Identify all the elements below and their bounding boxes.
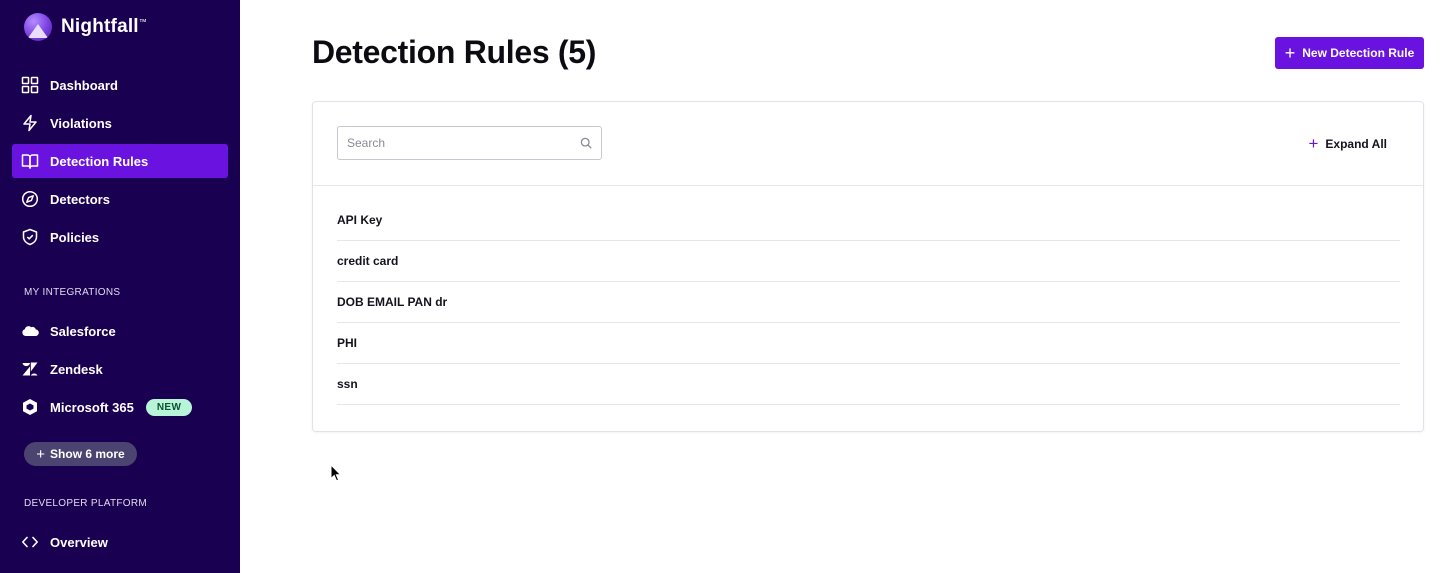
sidebar-item-policies[interactable]: Policies bbox=[12, 220, 228, 254]
shield-check-icon bbox=[20, 227, 40, 247]
rule-row[interactable]: PHI bbox=[337, 323, 1400, 364]
expand-all-button[interactable]: + Expand All bbox=[1308, 135, 1387, 152]
rule-row[interactable]: API Key bbox=[337, 200, 1400, 241]
rule-name: PHI bbox=[337, 336, 358, 350]
show-more-label: Show 6 more bbox=[50, 447, 125, 461]
expand-all-label: Expand All bbox=[1325, 136, 1387, 151]
sidebar-item-label: Violations bbox=[50, 115, 112, 131]
sidebar-item-detection-rules[interactable]: Detection Rules bbox=[12, 144, 228, 178]
rule-row[interactable]: ssn bbox=[337, 364, 1400, 405]
rules-list: API Key credit card DOB EMAIL PAN dr PHI… bbox=[337, 200, 1400, 405]
sidebar: Nightfall™ Dashboard Violations Detectio… bbox=[0, 0, 240, 573]
page-title: Detection Rules (5) bbox=[312, 34, 597, 70]
rule-row[interactable]: credit card bbox=[337, 241, 1400, 282]
panel-toolbar: + Expand All bbox=[313, 102, 1423, 186]
sidebar-item-microsoft-365[interactable]: Microsoft 365 NEW bbox=[12, 390, 228, 424]
mouse-cursor-icon bbox=[330, 464, 342, 482]
zendesk-icon bbox=[20, 359, 40, 379]
rule-name: DOB EMAIL PAN dr bbox=[337, 295, 448, 309]
brand-name: Nightfall™ bbox=[61, 16, 147, 37]
sidebar-item-label: Overview bbox=[50, 534, 108, 550]
search-input[interactable] bbox=[338, 127, 601, 159]
sidebar-item-dashboard[interactable]: Dashboard bbox=[12, 68, 228, 102]
sidebar-item-zendesk[interactable]: Zendesk bbox=[12, 352, 228, 386]
developer-section-title: DEVELOPER PLATFORM bbox=[24, 498, 148, 509]
plus-icon: + bbox=[36, 445, 46, 463]
sidebar-item-label: Detection Rules bbox=[50, 153, 149, 169]
sidebar-item-salesforce[interactable]: Salesforce bbox=[12, 314, 228, 348]
office-hexagon-icon bbox=[20, 397, 40, 417]
sidebar-item-detectors[interactable]: Detectors bbox=[12, 182, 228, 216]
rule-name: credit card bbox=[337, 254, 399, 268]
detection-rules-panel: + Expand All API Key credit card DOB EMA… bbox=[312, 101, 1424, 432]
plus-icon: + bbox=[1284, 43, 1296, 63]
grid-icon bbox=[20, 75, 40, 95]
new-detection-rule-label: New Detection Rule bbox=[1302, 46, 1415, 60]
cloud-icon bbox=[20, 321, 40, 341]
nightfall-logo-icon bbox=[24, 13, 52, 41]
rule-name: ssn bbox=[337, 377, 358, 391]
lightning-icon bbox=[20, 113, 40, 133]
book-icon bbox=[20, 151, 40, 171]
brand-logo[interactable]: Nightfall™ bbox=[24, 12, 147, 42]
sidebar-item-label: Detectors bbox=[50, 191, 110, 207]
search-icon bbox=[580, 137, 592, 149]
sidebar-item-label: Microsoft 365 bbox=[50, 399, 134, 415]
new-detection-rule-button[interactable]: + New Detection Rule bbox=[1275, 37, 1424, 69]
sidebar-item-label: Zendesk bbox=[50, 361, 103, 377]
plus-icon: + bbox=[1308, 134, 1319, 153]
sidebar-item-label: Dashboard bbox=[50, 77, 118, 93]
integrations-section-title: MY INTEGRATIONS bbox=[24, 287, 121, 298]
show-more-button[interactable]: + Show 6 more bbox=[24, 442, 137, 466]
rule-row[interactable]: DOB EMAIL PAN dr bbox=[337, 282, 1400, 323]
sidebar-item-label: Salesforce bbox=[50, 323, 116, 339]
compass-icon bbox=[20, 189, 40, 209]
new-badge: NEW bbox=[145, 398, 193, 416]
search-box bbox=[337, 126, 602, 160]
sidebar-item-label: Policies bbox=[50, 229, 100, 245]
rule-name: API Key bbox=[337, 213, 383, 227]
sidebar-item-violations[interactable]: Violations bbox=[12, 106, 228, 140]
code-icon bbox=[20, 532, 40, 552]
sidebar-item-overview[interactable]: Overview bbox=[12, 525, 228, 559]
